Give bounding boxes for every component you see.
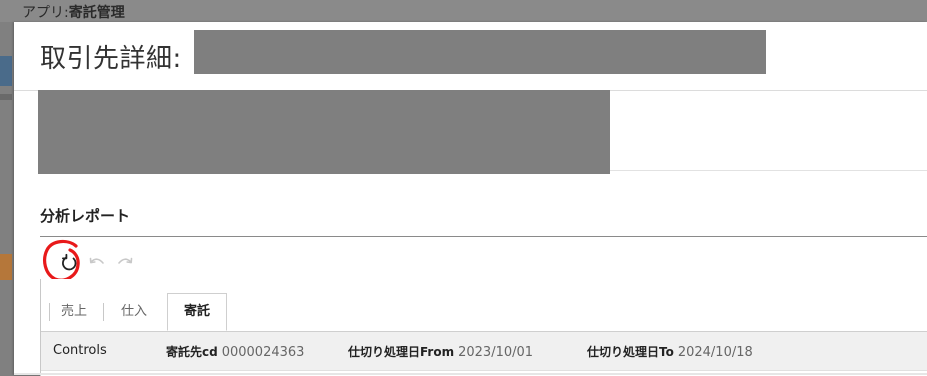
undo-icon[interactable] — [86, 252, 108, 274]
report-body: 売上 仕入 寄託 Controls 寄託先cd 0000024363 仕切り処理日… — [40, 279, 927, 376]
control-value: 2023/10/01 — [458, 345, 534, 360]
background-orange-mark — [0, 254, 12, 280]
control-date-from[interactable]: 仕切り処理日From 2023/10/01 — [348, 343, 533, 360]
tab-consignment[interactable]: 寄託 — [167, 293, 227, 331]
redacted-info-block — [38, 90, 610, 174]
account-detail-modal: 取引先詳細: 分析レポート 売上 仕入 寄託 Controls 寄託先cd 00… — [14, 22, 927, 376]
background-app-title: アプリ:寄託管理 — [22, 2, 125, 22]
analysis-report: 売上 仕入 寄託 Controls 寄託先cd 0000024363 仕切り処理日… — [40, 236, 927, 376]
background-blue-mark — [0, 56, 12, 86]
tab-sales[interactable]: 売上 — [61, 301, 87, 323]
background-left-strip — [0, 22, 14, 375]
modal-header: 取引先詳細: — [14, 22, 927, 91]
refresh-icon[interactable] — [58, 252, 80, 274]
divider — [610, 170, 927, 171]
redacted-title-value — [194, 30, 766, 74]
control-value: 0000024363 — [221, 345, 305, 360]
control-value: 2024/10/18 — [677, 345, 753, 360]
control-date-to[interactable]: 仕切り処理日To 2024/10/18 — [587, 343, 753, 360]
background-line-mark — [0, 94, 12, 100]
background-app-header: アプリ:寄託管理 — [0, 0, 927, 22]
control-key: 寄託先cd — [166, 345, 218, 359]
redo-icon[interactable] — [114, 252, 136, 274]
report-toolbar — [40, 237, 927, 282]
tab-purchase[interactable]: 仕入 — [121, 301, 147, 323]
app-label-prefix: アプリ: — [22, 5, 69, 21]
control-key: 仕切り処理日To — [587, 345, 674, 359]
tab-separator — [103, 303, 104, 321]
control-key: 仕切り処理日From — [348, 345, 455, 359]
app-name: 寄託管理 — [68, 5, 125, 21]
modal-title: 取引先詳細: — [40, 44, 182, 74]
controls-title: Controls — [53, 343, 107, 358]
report-tabs: 売上 仕入 寄託 — [41, 293, 927, 332]
controls-bar: Controls 寄託先cd 0000024363 仕切り処理日From 2023/… — [41, 332, 927, 371]
tab-separator — [49, 303, 50, 321]
control-consignee-cd[interactable]: 寄託先cd 0000024363 — [166, 343, 304, 360]
section-title: 分析レポート — [40, 207, 131, 225]
